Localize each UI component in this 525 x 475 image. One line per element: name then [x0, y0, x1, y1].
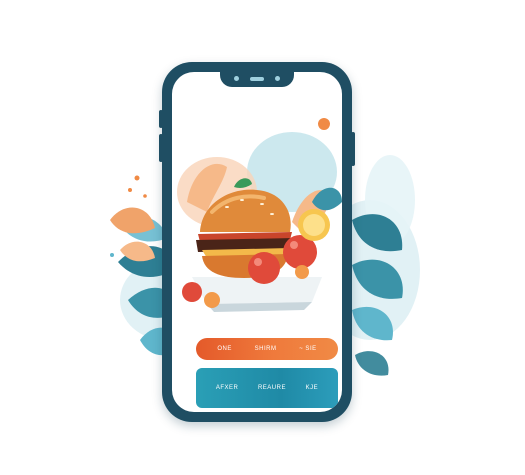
orange-bit-2	[295, 265, 309, 279]
tomato-3	[182, 282, 202, 302]
menu-row-top-item-2[interactable]: SHIRM	[255, 346, 277, 352]
sesame-4	[270, 213, 274, 215]
tomato-2-shine	[290, 241, 298, 249]
menu-row-bottom-item-3[interactable]: KJE	[306, 385, 319, 391]
menu-row-bottom-item-2[interactable]: REAURE	[258, 385, 286, 391]
tomato-1-shine	[254, 258, 262, 266]
phone-frame: ONE SHIRM ~ SIE AFXER REAURE KJE	[159, 62, 355, 422]
phone-side-button-left	[159, 110, 163, 128]
speaker-bar	[250, 77, 264, 81]
dot-2	[128, 188, 132, 192]
menu-row-top-item-3[interactable]: ~ SIE	[299, 346, 316, 352]
leaf-right-4	[355, 351, 389, 376]
sesame-3	[260, 203, 264, 205]
sesame-2	[240, 199, 244, 201]
dot-3	[143, 194, 147, 198]
screen-orange-dot	[318, 118, 330, 130]
menu-row-top-item-1[interactable]: ONE	[217, 346, 232, 352]
dot-1	[134, 175, 140, 181]
phone-screen: ONE SHIRM ~ SIE AFXER REAURE KJE	[172, 72, 342, 412]
sesame-1	[225, 206, 229, 208]
phone-notch	[220, 72, 294, 87]
leaf-orange-left-1	[110, 207, 155, 234]
menu-row-top[interactable]: ONE SHIRM ~ SIE	[196, 338, 338, 360]
phone-power-button	[351, 132, 355, 166]
camera-dot-right	[275, 76, 280, 81]
camera-dot-left	[234, 76, 239, 81]
menu-row-bottom[interactable]: AFXER REAURE KJE	[196, 368, 338, 408]
tomato-1	[248, 252, 280, 284]
orange-bit-1	[204, 292, 220, 308]
menu-row-bottom-item-1[interactable]: AFXER	[216, 385, 239, 391]
lemon-slice-inner	[303, 214, 325, 236]
dot-4	[110, 253, 114, 257]
illustration-scene: ONE SHIRM ~ SIE AFXER REAURE KJE	[0, 0, 525, 475]
phone-volume-button	[159, 134, 163, 162]
dot-5	[386, 328, 390, 332]
burger-illustration-icon	[177, 118, 342, 312]
